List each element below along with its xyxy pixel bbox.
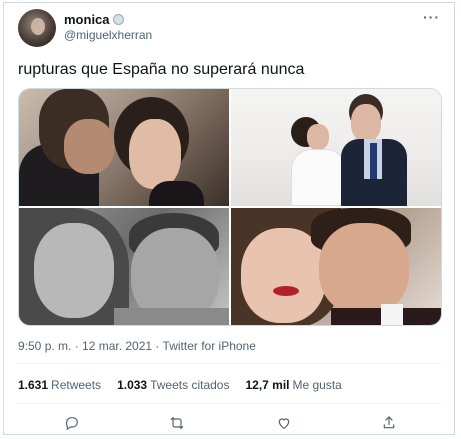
stat-retweets-label: Retweets xyxy=(51,378,102,392)
display-name[interactable]: monica xyxy=(64,12,124,27)
action-bar xyxy=(4,413,456,435)
display-name-text: monica xyxy=(64,12,110,27)
stat-retweets[interactable]: 1.631 Retweets xyxy=(18,378,101,392)
stat-retweets-count: 1.631 xyxy=(18,378,49,392)
avatar-face xyxy=(31,18,45,35)
divider xyxy=(18,363,442,364)
stat-quotes-count: 1.033 xyxy=(117,378,148,392)
photo-2[interactable] xyxy=(231,89,441,206)
stat-likes-count: 12,7 mil xyxy=(245,378,290,392)
reply-icon[interactable] xyxy=(62,413,82,433)
tweet-card: monica @miguelxherran ··· rupturas que E… xyxy=(3,2,455,435)
tweet-text: rupturas que España no superará nunca xyxy=(18,61,305,78)
share-icon[interactable] xyxy=(379,413,399,433)
photo-4[interactable] xyxy=(231,208,441,325)
more-dots-icon[interactable]: ··· xyxy=(423,9,440,25)
divider xyxy=(18,403,442,404)
tweet-stats: 1.631 Retweets 1.033 Tweets citados 12,7 m… xyxy=(18,378,342,392)
stat-quote-tweets[interactable]: 1.033 Tweets citados xyxy=(117,378,229,392)
photo-1[interactable] xyxy=(19,89,229,206)
retweet-icon[interactable] xyxy=(167,413,187,433)
like-icon[interactable] xyxy=(274,413,294,433)
stat-likes[interactable]: 12,7 mil Me gusta xyxy=(245,378,341,392)
photo-3[interactable] xyxy=(19,208,229,325)
stat-likes-label: Me gusta xyxy=(292,378,342,392)
stat-quotes-label: Tweets citados xyxy=(150,378,230,392)
tweet-timestamp[interactable]: 9:50 p. m. · 12 mar. 2021 · Twitter for … xyxy=(18,339,256,353)
emoji-icon xyxy=(112,14,124,25)
avatar[interactable] xyxy=(18,9,56,47)
user-handle[interactable]: @miguelxherran xyxy=(64,28,152,42)
media-grid xyxy=(18,88,442,326)
